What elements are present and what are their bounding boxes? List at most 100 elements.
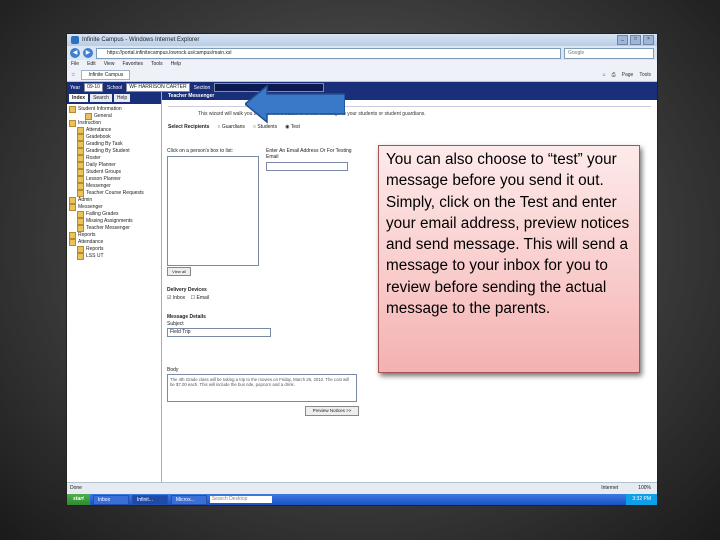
nav-tree-item[interactable]: Daily Planner [69,162,159,169]
back-icon[interactable]: ◀ [70,48,80,58]
nav-tree-item[interactable]: Grading By Task [69,141,159,148]
tab-search[interactable]: Search [90,94,112,102]
taskbar-inbox[interactable]: Inbox [92,494,129,505]
nav-tree-label: Student Groups [86,169,122,175]
nav-tree-item[interactable]: Missing Assignments [69,218,159,225]
folder-icon [77,218,84,225]
callout-text: You can also choose to “test” your messa… [378,145,640,373]
nav-tree-label: Student Information [78,106,122,112]
nav-tree-item[interactable]: Teacher Messenger [69,225,159,232]
year-select[interactable]: 09-10 [84,83,103,92]
nav-tree-item[interactable]: Attendance [69,127,159,134]
folder-icon [77,169,84,176]
nav-tree-item[interactable]: Messenger [69,183,159,190]
inbox-checkbox[interactable]: ☑ Inbox [167,295,185,301]
maximize-button[interactable]: □ [630,35,641,45]
nav-tree-label: Attendance [86,127,112,133]
tools-menu[interactable]: Tools [639,72,651,78]
desktop-search-input[interactable]: Search Desktop [209,496,272,503]
menu-file[interactable]: File [71,60,79,69]
nav-tree-item[interactable]: Messenger [69,204,159,211]
navigation-tree: Student Information General Instruction Att… [67,104,161,262]
folder-icon [77,155,84,162]
email-label: Enter An Email Address Or For Testing [266,148,352,154]
email-checkbox-label: Email [196,295,210,301]
command-bar: ⌂ ⎙ Page Tools [603,72,651,78]
folder-icon [77,127,84,134]
favorites-star-icon[interactable]: ☆ [71,72,75,78]
email-checkbox[interactable]: ☐ Email [191,295,209,301]
tab-help[interactable]: Help [113,94,131,102]
folder-icon [77,225,84,232]
recipient-row: Select Recipients ○ Guardians ○ Students… [168,124,651,130]
nav-tree-label: Instruction [78,120,102,126]
nav-tree-item[interactable]: Roster [69,155,159,162]
browser-title-bar: Infinite Campus - Windows Internet Explo… [67,34,657,46]
nav-tree-item[interactable]: Student Groups [69,169,159,176]
nav-tree-label: Failing Grades [86,211,119,217]
nav-tree-label: Teacher Course Requests [86,190,144,196]
menu-view[interactable]: View [104,60,115,69]
nav-tree-item[interactable]: Attendance [69,239,159,246]
address-row: ◀ ▶ https://portal.infinitecampus.lowroc… [67,46,657,60]
nav-tree-item[interactable]: LSS UT [69,253,159,260]
subject-label: Subject [167,321,184,327]
home-icon[interactable]: ⌂ [603,72,606,78]
nav-tree-item[interactable]: Instruction [69,120,159,127]
browser-search-input[interactable]: Google [564,47,654,59]
section-label: Section [193,84,211,91]
menu-favorites[interactable]: Favorites [122,60,143,69]
nav-tree-label: Roster [86,155,101,161]
nav-tree-item[interactable]: Lesson Planner [69,176,159,183]
tab-index[interactable]: Index [69,94,89,102]
menu-bar: File Edit View Favorites Tools Help [67,60,657,69]
nav-tree-item[interactable]: Grading By Student [69,148,159,155]
nav-tree-label: Daily Planner [86,162,116,168]
start-button[interactable]: start [67,494,90,505]
radio-guardians-label: Guardians [221,124,245,130]
subject-field[interactable]: Field Trip [167,328,271,337]
menu-tools[interactable]: Tools [151,60,163,69]
view-all-button[interactable]: View all [167,267,191,276]
taskbar-infinite-campus[interactable]: Infinit... [131,494,168,505]
radio-guardians[interactable]: ○ Guardians [217,124,245,130]
taskbar-microsoft[interactable]: Micros... [170,494,207,505]
folder-icon [69,106,76,113]
menu-edit[interactable]: Edit [87,60,96,69]
nav-tree-item[interactable]: Failing Grades [69,211,159,218]
ie-logo-icon [71,36,79,44]
nav-tree-item[interactable]: Student Information [69,106,159,113]
body-textarea[interactable]: The 4th Grade class will be taking a tri… [167,374,357,402]
folder-icon [69,204,76,211]
address-bar[interactable]: https://portal.infinitecampus.lowrock.us… [96,47,561,59]
print-icon[interactable]: ⎙ [612,72,616,78]
message-details-label: Message Details [167,314,206,320]
nav-tree-item[interactable]: General [69,113,159,120]
close-button[interactable]: × [643,35,654,45]
delivery-options: ☑ Inbox ☐ Email [167,295,209,301]
inbox-checkbox-label: Inbox [172,295,186,301]
favorites-row: ☆ Infinite Campus ⌂ ⎙ Page Tools [67,69,657,82]
minimize-button[interactable]: _ [617,35,628,45]
status-bar: Done Internet 100% [67,482,657,494]
window-controls: _ □ × [617,35,654,45]
nav-tree-item[interactable]: Reports [69,246,159,253]
menu-help[interactable]: Help [171,60,181,69]
email-field[interactable] [266,162,348,171]
wizard-note: This wizard will walk you through the cr… [168,106,651,121]
click-list-label: Click on a person's box to list: [167,148,233,154]
browser-tab[interactable]: Infinite Campus [81,70,131,80]
nav-tree-item[interactable]: Gradebook [69,134,159,141]
nav-tree-item[interactable]: Reports [69,232,159,239]
folder-icon [77,148,84,155]
zoom-control[interactable]: 100% [638,483,651,494]
forward-icon[interactable]: ▶ [83,48,93,58]
preview-notices-button[interactable]: Preview Notices >> [305,406,359,416]
person-listbox[interactable] [167,156,259,266]
page-menu[interactable]: Page [622,72,634,78]
school-select[interactable]: WF HARRISON CARTER [126,83,190,92]
folder-icon [77,134,84,141]
system-clock: 3:32 PM [626,494,657,505]
nav-tree-item[interactable]: Admin [69,197,159,204]
nav-tree-item[interactable]: Teacher Course Requests [69,190,159,197]
